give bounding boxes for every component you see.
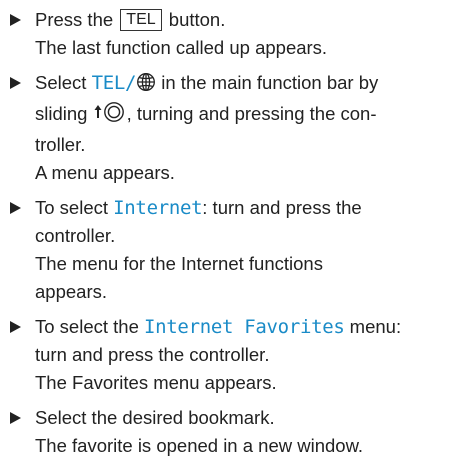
triangle-bullet-icon — [10, 202, 21, 214]
triangle-bullet-icon — [10, 321, 21, 333]
step-3-action-suffix: : turn and press the — [202, 197, 362, 218]
tel-key-label: TEL — [120, 9, 162, 31]
step-3-action-prefix: To select — [35, 197, 109, 218]
step-2-action-prefix: Select — [35, 72, 87, 93]
instruction-document: Press the TEL button. The last function … — [0, 0, 461, 468]
step-3-result-line-1: The menu for the Internet functions — [35, 253, 323, 274]
step-4-action-line-1: To select the Internet Favorites menu: — [35, 313, 455, 341]
step-3-result-line-2: appears. — [35, 281, 107, 302]
controller-slide-up-icon — [93, 101, 127, 131]
step-2-result: A menu appears. — [35, 162, 175, 183]
tel-menu-highlight: TEL/ — [91, 72, 137, 94]
triangle-bullet-icon — [10, 412, 21, 424]
step-2-action-line-2: sliding , turning and pressing the con- — [35, 100, 455, 131]
step-3-action-line-1: To select Internet: turn and press the — [35, 194, 455, 222]
step-1-action-prefix: Press the — [35, 9, 114, 30]
step-2-action-line-3: troller. — [35, 134, 86, 155]
step-1-result: The last function called up appears. — [35, 37, 328, 58]
step-3-action-line-2: controller. — [35, 225, 116, 246]
step-5: Select the desired bookmark. The favorit… — [10, 404, 455, 460]
step-1-action: Press the TEL button. — [35, 6, 455, 34]
triangle-bullet-icon — [10, 14, 21, 26]
step-4-result: The Favorites menu appears. — [35, 372, 277, 393]
step-5-result: The favorite is opened in a new window. — [35, 435, 364, 456]
step-2-action-suffix: in the main function bar by — [161, 72, 379, 93]
step-1-action-suffix: button. — [168, 9, 226, 30]
step-4: To select the Internet Favorites menu: t… — [10, 313, 455, 397]
step-4-action-line-2: turn and press the controller. — [35, 344, 270, 365]
step-2-action-line-1: Select TEL/ in the main function bar by — [35, 69, 455, 100]
internet-menu-highlight: Internet — [113, 197, 203, 219]
step-4-action-prefix: To select the — [35, 316, 139, 337]
step-3: To select Internet: turn and press the c… — [10, 194, 455, 306]
globe-icon — [136, 72, 156, 100]
step-2-line-2-suffix: , turning and pressing the con- — [126, 103, 377, 124]
step-2-line-2-prefix: sliding — [35, 103, 88, 124]
triangle-bullet-icon — [10, 77, 21, 89]
step-1: Press the TEL button. The last function … — [10, 6, 455, 62]
internet-favorites-menu-highlight: Internet Favorites — [144, 316, 345, 338]
step-5-action: Select the desired bookmark. — [35, 407, 275, 428]
step-2: Select TEL/ in the main function bar by … — [10, 69, 455, 187]
step-4-action-suffix: menu: — [349, 316, 402, 337]
